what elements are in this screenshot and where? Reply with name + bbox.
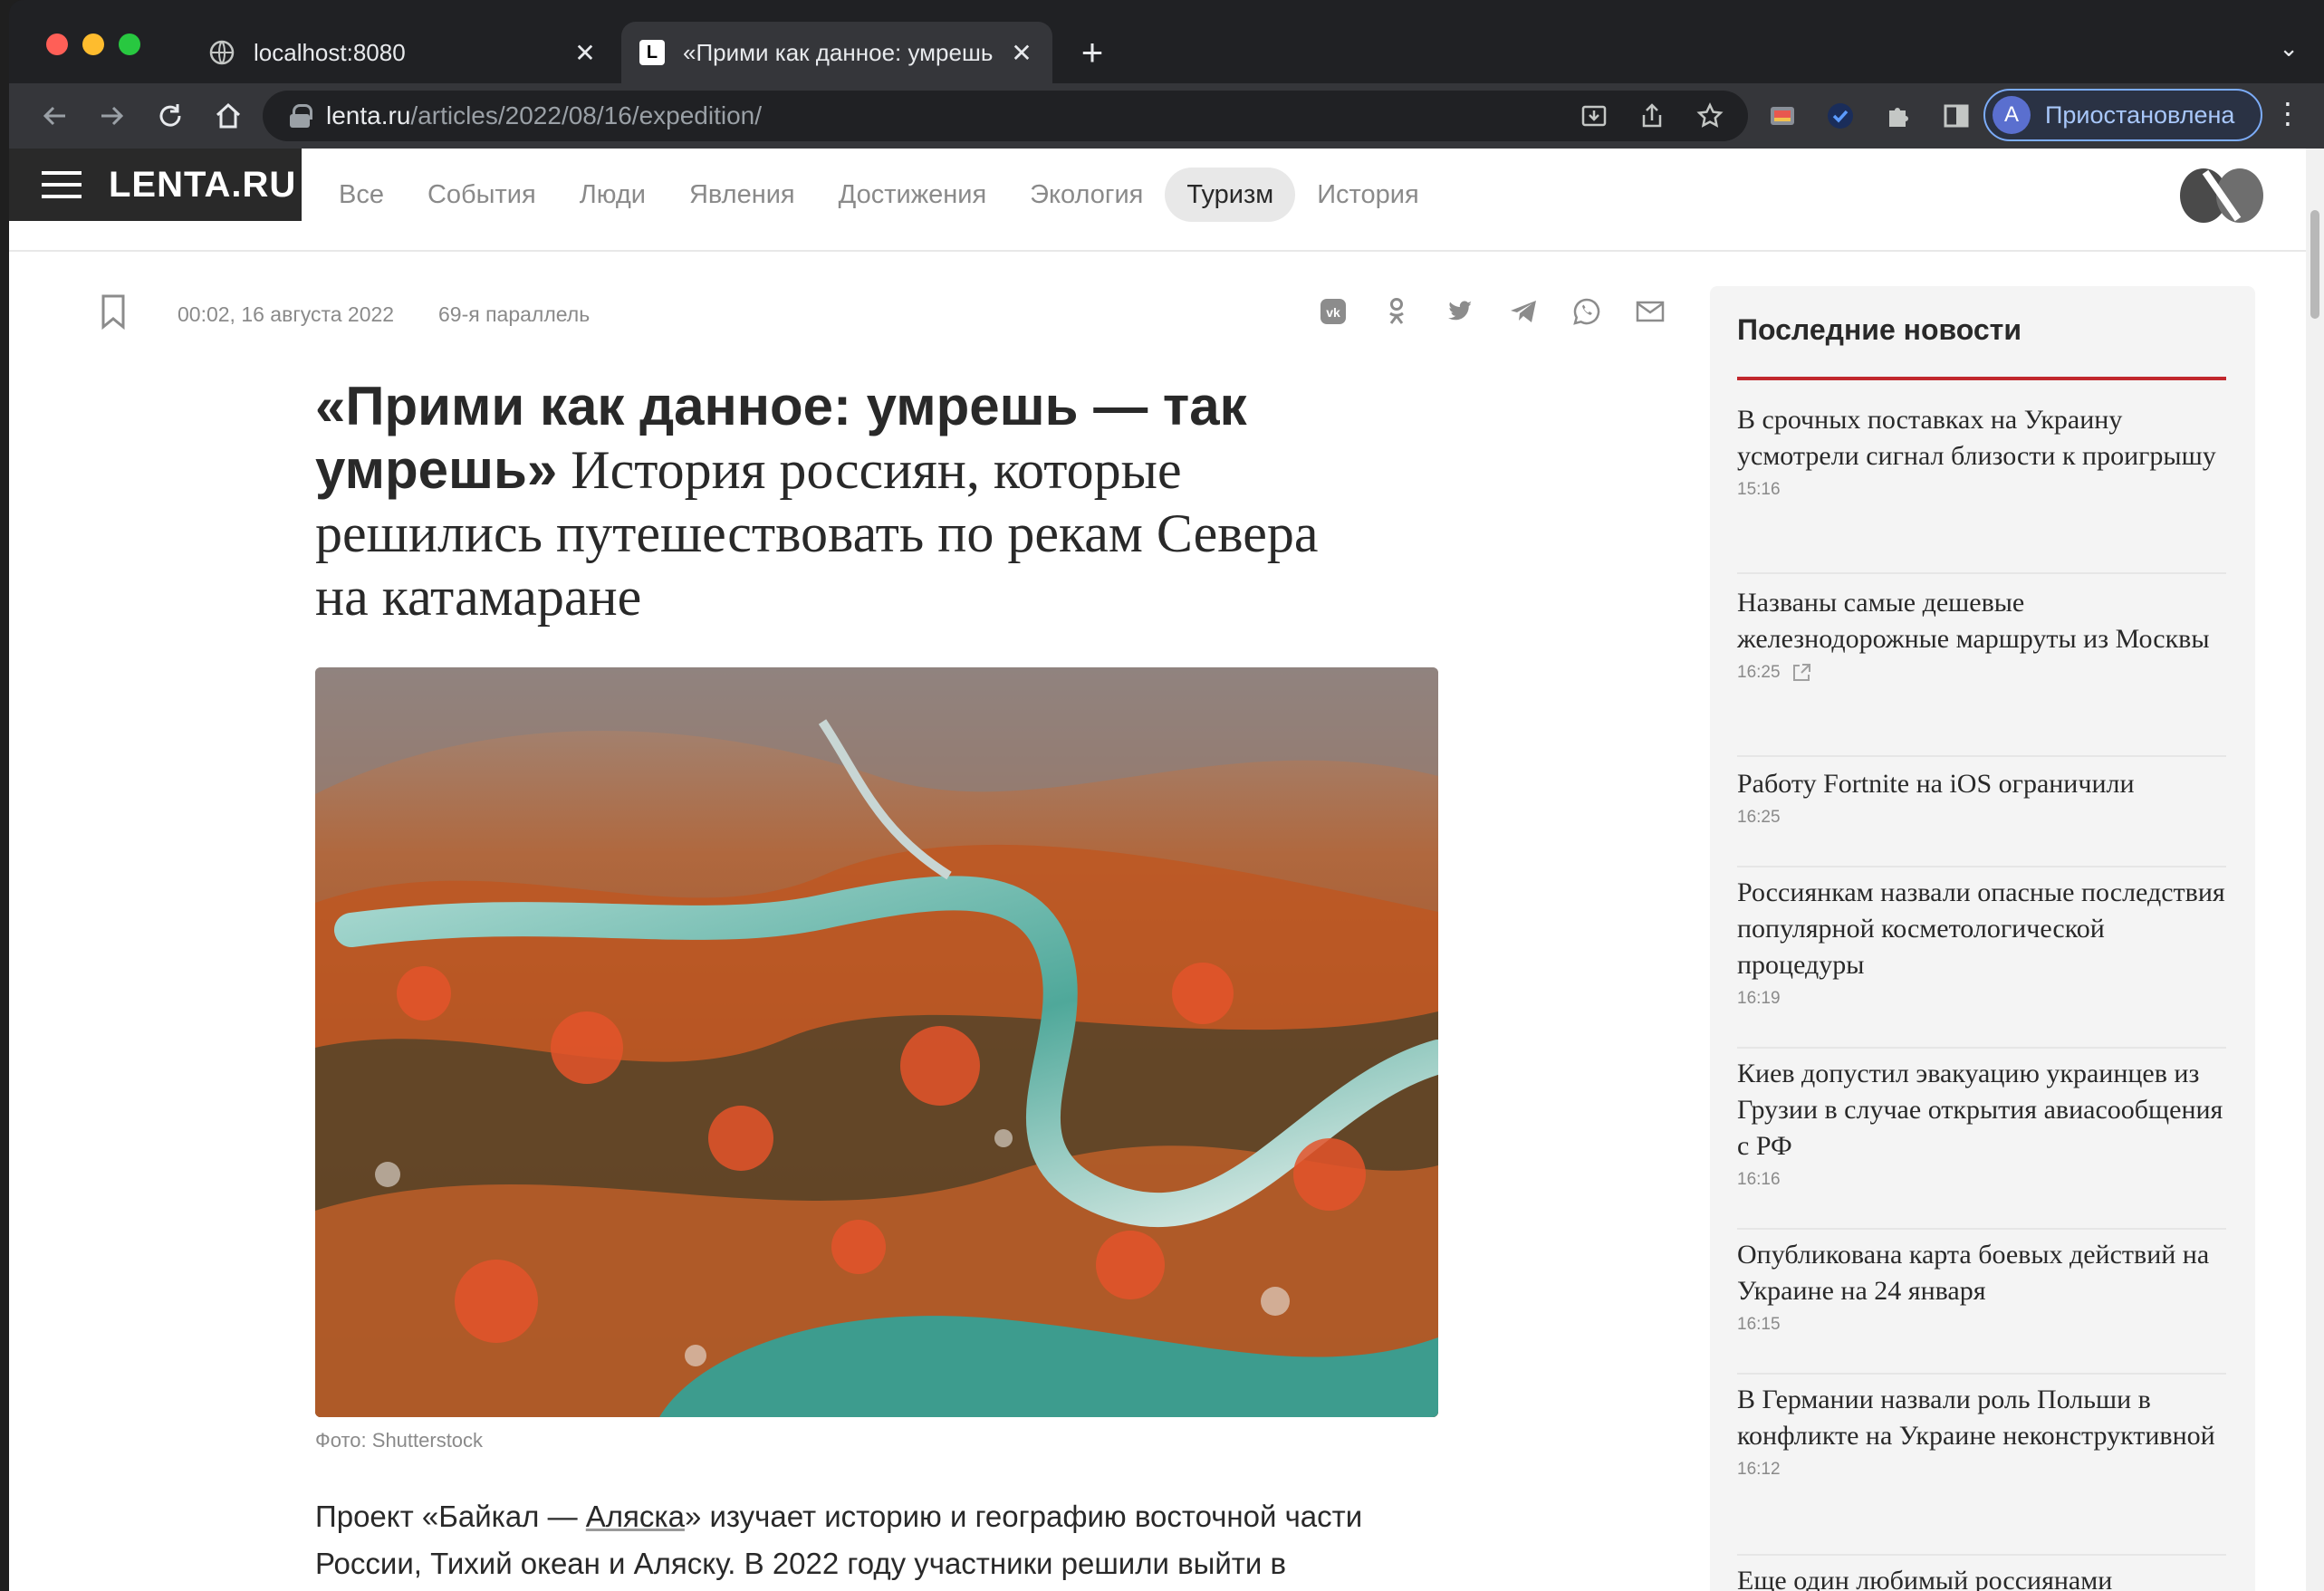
mail-icon[interactable] — [1634, 295, 1666, 328]
news-item[interactable]: В Германии назвали роль Польши в конфлик… — [1737, 1382, 2226, 1556]
maximize-window-button[interactable] — [119, 34, 140, 55]
site-header: LENTA.RU Все События Люди Явления Достиж… — [9, 149, 2306, 252]
avatar: A — [1993, 96, 2031, 134]
vk-icon[interactable]: vk — [1317, 295, 1349, 328]
telegram-icon[interactable] — [1507, 295, 1540, 328]
profile-status: Приостановлена — [2045, 101, 2235, 129]
photo-caption: Фото: Shutterstock — [315, 1429, 484, 1452]
tab-search-chevron-icon[interactable]: ⌄ — [2279, 34, 2299, 62]
odnoklassniki-icon[interactable] — [1380, 295, 1413, 328]
svg-text:vk: vk — [1326, 305, 1340, 320]
close-tab-icon[interactable]: ✕ — [571, 38, 600, 67]
news-title[interactable]: Киев допустил эвакуацию украинцев из Гру… — [1737, 1056, 2226, 1164]
rubric-history[interactable]: История — [1295, 168, 1440, 222]
alaska-link[interactable]: Аляска — [586, 1500, 685, 1533]
news-item[interactable]: Киев допустил эвакуацию украинцев из Гру… — [1737, 1056, 2226, 1230]
rubric-all[interactable]: Все — [317, 168, 406, 222]
scrollbar-thumb[interactable] — [2310, 210, 2319, 319]
extension-printer-icon[interactable] — [1762, 96, 1802, 136]
tab-localhost[interactable]: localhost:8080 ✕ — [190, 22, 616, 83]
article-meta: 00:02, 16 августа 2022 69-я параллель vk — [87, 293, 1681, 339]
partner-logo-icon[interactable] — [2178, 167, 2265, 225]
menu-burger-icon[interactable] — [42, 171, 82, 198]
install-app-icon[interactable] — [1576, 98, 1612, 134]
tab-title: localhost:8080 — [254, 38, 406, 66]
browser-toolbar: lenta.ru/articles/2022/08/16/expedition/… — [9, 83, 2324, 149]
news-time: 16:19 — [1737, 989, 1781, 1008]
article-photo[interactable] — [315, 667, 1438, 1417]
home-icon[interactable] — [206, 94, 250, 138]
rubric-events[interactable]: События — [406, 168, 558, 222]
article-title: «Прими как данное: умрешь — так умрешь» … — [315, 375, 1366, 628]
news-time: 16:25 — [1737, 663, 1781, 682]
tab-bar: localhost:8080 ✕ L «Прими как данное: ум… — [9, 0, 2324, 83]
news-time: 16:16 — [1737, 1170, 1781, 1189]
bookmark-star-icon[interactable] — [1692, 98, 1728, 134]
lock-icon[interactable] — [290, 104, 312, 128]
address-bar[interactable]: lenta.ru/articles/2022/08/16/expedition/ — [263, 91, 1748, 141]
browser-menu-icon[interactable]: ⋮ — [2273, 96, 2302, 130]
news-item[interactable]: Опубликована карта боевых действий на Ук… — [1737, 1237, 2226, 1375]
profile-button[interactable]: A Приостановлена — [1983, 89, 2262, 141]
news-title[interactable]: Россиянкам назвали опасные последствия п… — [1737, 875, 2226, 983]
url-text[interactable]: lenta.ru/articles/2022/08/16/expedition/ — [326, 101, 762, 130]
new-tab-button[interactable]: + — [1071, 31, 1114, 74]
news-item[interactable]: Еще один любимый россиянами — [1737, 1563, 2226, 1591]
news-title[interactable]: В Германии назвали роль Польши в конфлик… — [1737, 1382, 2226, 1454]
tab-lenta-article[interactable]: L «Прими как данное: умрешь ✕ — [621, 22, 1052, 83]
whatsapp-icon[interactable] — [1570, 295, 1603, 328]
news-time: 16:12 — [1737, 1460, 1781, 1479]
rubric-achievements[interactable]: Достижения — [817, 168, 1009, 222]
news-item[interactable]: Россиянкам назвали опасные последствия п… — [1737, 875, 2226, 1049]
rubric-tourism[interactable]: Туризм — [1165, 168, 1296, 222]
page-scrollbar[interactable] — [2306, 149, 2324, 1591]
news-title[interactable]: Еще один любимый россиянами — [1737, 1563, 2226, 1591]
share-icon[interactable] — [1634, 98, 1670, 134]
side-panel-icon[interactable] — [1936, 96, 1976, 136]
back-arrow-icon[interactable] — [33, 94, 76, 138]
news-title[interactable]: В срочных поставках на Украину усмотрели… — [1737, 402, 2226, 474]
browser-window: localhost:8080 ✕ L «Прими как данное: ум… — [9, 0, 2324, 1591]
news-time: 16:25 — [1737, 808, 1781, 827]
news-time: 16:15 — [1737, 1315, 1781, 1334]
news-item[interactable]: Названы самые дешевые железнодорожные ма… — [1737, 585, 2226, 757]
reload-icon[interactable] — [149, 94, 192, 138]
news-item[interactable]: Работу Fortnite на iOS ограничили 16:25 — [1737, 766, 2226, 867]
minimize-window-button[interactable] — [82, 34, 104, 55]
news-item[interactable]: В срочных поставках на Украину усмотрели… — [1737, 402, 2226, 574]
close-tab-icon[interactable]: ✕ — [1007, 38, 1036, 67]
sidebar-divider — [1737, 377, 2226, 380]
news-time-row: 16:25 — [1737, 663, 2226, 683]
forward-arrow-icon[interactable] — [91, 94, 134, 138]
extensions-puzzle-icon[interactable] — [1878, 96, 1918, 136]
news-time: 15:16 — [1737, 480, 1781, 499]
twitter-icon[interactable] — [1444, 295, 1476, 328]
site-logo[interactable]: LENTA.RU — [109, 165, 296, 206]
sidebar-title: Последние новости — [1737, 313, 2022, 346]
tab-title: «Прими как данное: умрешь — [683, 38, 994, 66]
article-tag[interactable]: 69-я параллель — [438, 302, 590, 327]
news-title[interactable]: Работу Fortnite на iOS ограничили — [1737, 766, 2226, 802]
rubric-nav: Все События Люди Явления Достижения Экол… — [317, 167, 1441, 223]
globe-icon — [208, 39, 235, 66]
web-page: LENTA.RU Все События Люди Явления Достиж… — [9, 149, 2306, 1591]
rubric-ecology[interactable]: Экология — [1008, 168, 1165, 222]
external-link-icon — [1791, 663, 1811, 683]
latest-news-sidebar: Последние новости В срочных поставках на… — [1710, 286, 2255, 1591]
news-title[interactable]: Названы самые дешевые железнодорожные ма… — [1737, 585, 2226, 657]
bookmark-icon[interactable] — [100, 293, 127, 331]
rubric-people[interactable]: Люди — [558, 168, 667, 222]
lenta-favicon-icon: L — [639, 40, 665, 65]
close-window-button[interactable] — [46, 34, 68, 55]
article-date[interactable]: 00:02, 16 августа 2022 — [178, 302, 394, 327]
news-title[interactable]: Опубликована карта боевых действий на Ук… — [1737, 1237, 2226, 1309]
lead-text-start: Проект «Байкал — — [315, 1500, 586, 1533]
extension-check-icon[interactable] — [1820, 96, 1860, 136]
article-lead: Проект «Байкал — Аляска» изучает историю… — [315, 1493, 1438, 1587]
rubric-phenomena[interactable]: Явления — [667, 168, 817, 222]
logo-box[interactable]: LENTA.RU — [9, 149, 302, 221]
